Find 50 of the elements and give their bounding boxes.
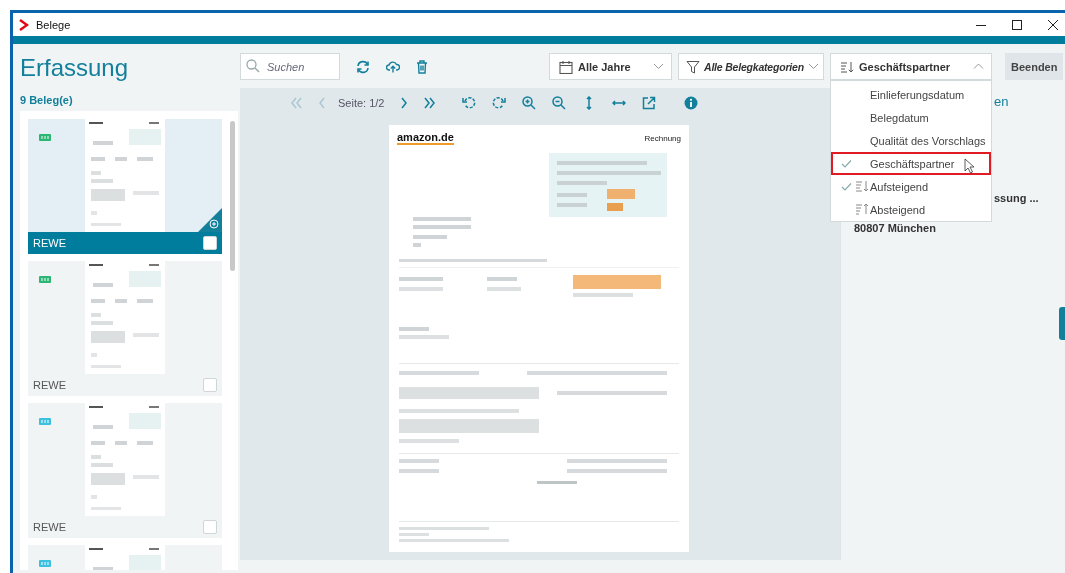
trash-icon[interactable]: [416, 59, 428, 74]
receipt-name: REWE: [33, 521, 66, 533]
sort-descending-icon: [855, 202, 869, 215]
refresh-icon[interactable]: [356, 59, 370, 74]
search-field[interactable]: Suchen: [240, 53, 340, 80]
menu-item[interactable]: Geschäftspartner: [831, 152, 991, 175]
chevron-right-icon[interactable]: [400, 97, 409, 109]
external-link-icon[interactable]: [642, 96, 657, 110]
receipt-name: REWE: [33, 237, 66, 249]
document-title: Rechnung: [644, 133, 681, 143]
detail-text: ssung ...: [993, 192, 1040, 206]
calendar-dropdown[interactable]: Alle Jahre: [549, 53, 672, 80]
receipt-card[interactable]: REWE: [28, 403, 222, 538]
sort-icon: [840, 59, 854, 74]
receipt-card[interactable]: REWE: [28, 261, 222, 396]
menu-item[interactable]: Einlieferungsdatum: [831, 83, 991, 106]
mouse-cursor-icon: [964, 158, 975, 174]
rotate-right-icon[interactable]: [492, 96, 507, 110]
checkbox[interactable]: [203, 236, 217, 250]
maximize-icon[interactable]: [1012, 19, 1022, 30]
receipt-count: 9 Beleg(e): [20, 94, 74, 107]
window-title: Belege: [36, 18, 71, 31]
page-heading: Erfassung: [20, 53, 130, 83]
zoom-out-icon[interactable]: [552, 96, 567, 110]
close-icon[interactable]: [1048, 19, 1058, 30]
sort-ascending-icon: [855, 179, 869, 192]
filter-dropdown[interactable]: Alle Belegkategorien: [678, 53, 824, 80]
page-indicator: Seite: 1/2: [338, 97, 385, 109]
menu-item[interactable]: Absteigend: [831, 198, 991, 221]
rotate-left-icon[interactable]: [462, 96, 477, 110]
checkbox[interactable]: [203, 520, 217, 534]
zoom-in-icon[interactable]: [522, 96, 537, 110]
receipt-card[interactable]: REWE: [28, 119, 222, 254]
filter-icon: [686, 59, 700, 74]
app-logo-icon: [19, 18, 29, 31]
upload-cloud-icon[interactable]: [386, 60, 400, 73]
menu-item[interactable]: Belegdatum: [831, 106, 991, 129]
double-chevron-right-icon[interactable]: [424, 97, 437, 109]
calendar-icon: [559, 59, 573, 74]
close-button[interactable]: Beenden: [1005, 53, 1063, 80]
document-logo: amazon.de: [397, 131, 454, 145]
menu-item[interactable]: Aufsteigend: [831, 175, 991, 198]
detail-text: 80807 München: [853, 222, 937, 236]
checkbox[interactable]: [203, 378, 217, 392]
add-corner-icon[interactable]: [198, 208, 222, 232]
menu-item[interactable]: Qualität des Vorschlags: [831, 129, 991, 152]
receipt-name: REWE: [33, 379, 66, 391]
search-icon: [246, 59, 260, 73]
sort-dropdown[interactable]: Geschäftspartner: [830, 53, 992, 80]
info-icon[interactable]: [684, 96, 699, 110]
